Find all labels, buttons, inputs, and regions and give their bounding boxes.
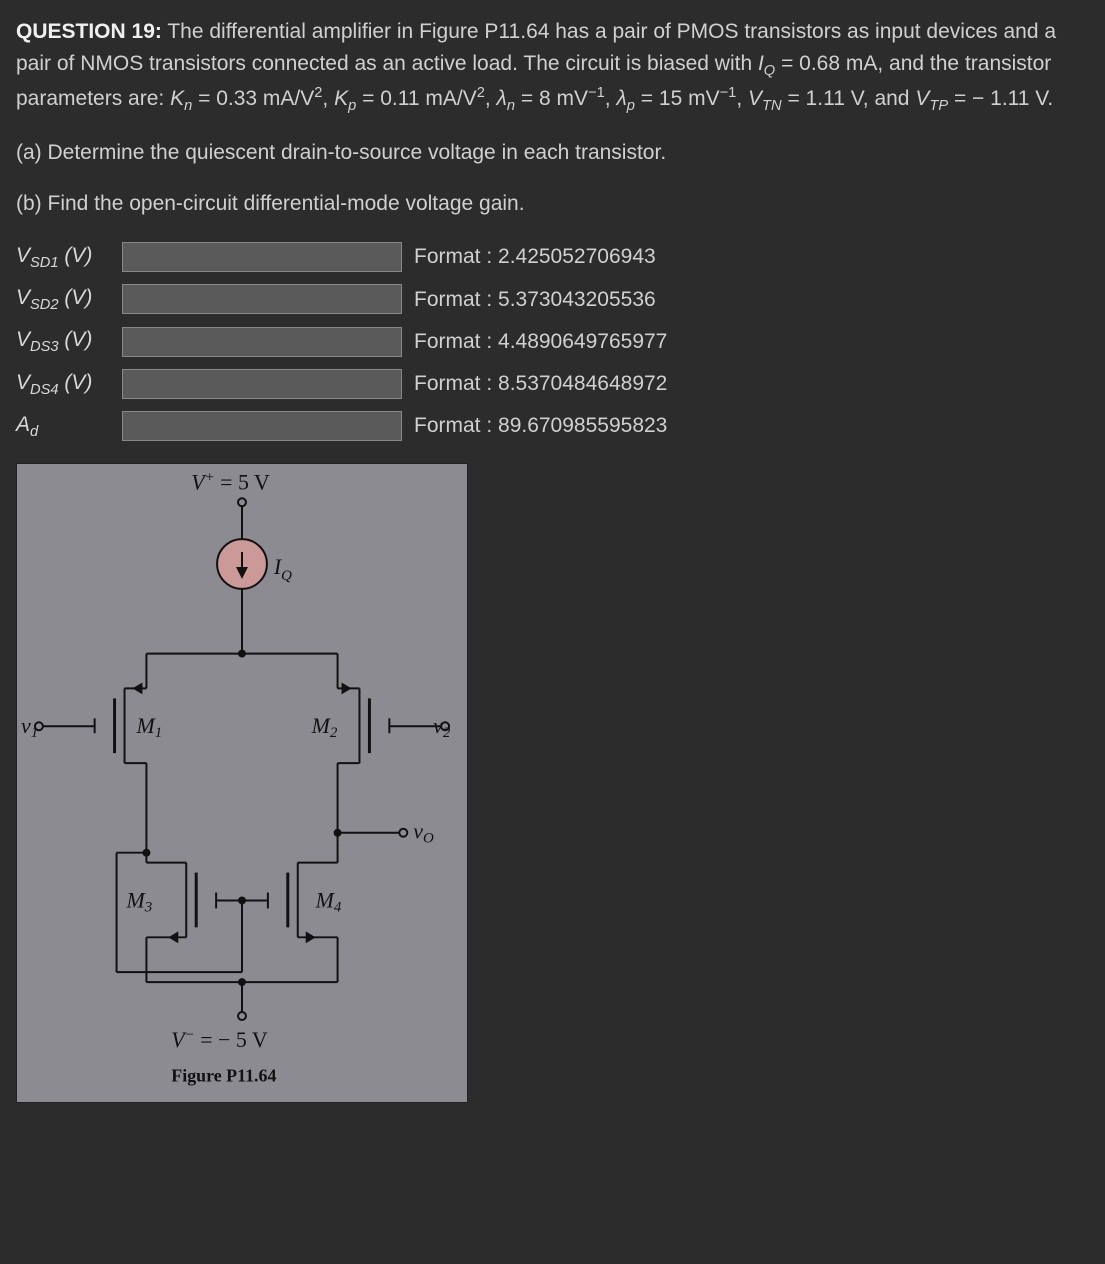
svg-text:v1: v1 <box>21 713 38 741</box>
svg-text:M3: M3 <box>126 888 153 916</box>
answer-label-vsd1: VSD1 (V) <box>16 240 116 274</box>
svg-text:Figure P11.64: Figure P11.64 <box>171 1066 276 1086</box>
answer-label-vsd2: VSD2 (V) <box>16 282 116 316</box>
svg-text:M1: M1 <box>135 713 162 741</box>
svg-text:V− = − 5 V: V− = − 5 V <box>171 1027 268 1052</box>
answer-grid: VSD1 (V) Format : 2.425052706943 VSD2 (V… <box>16 240 1089 443</box>
answer-input-vsd1[interactable] <box>122 242 402 272</box>
answer-format-ad: Format : 89.670985595823 <box>410 410 1089 442</box>
answer-format-vds4: Format : 8.5370484648972 <box>410 368 1089 400</box>
svg-text:vO: vO <box>413 819 434 847</box>
part-a-text: (a) Determine the quiescent drain-to-sou… <box>16 137 1089 169</box>
svg-text:IQ: IQ <box>273 554 292 584</box>
answer-input-vsd2[interactable] <box>122 284 402 314</box>
question-number: QUESTION 19: <box>16 20 162 43</box>
part-b-text: (b) Find the open-circuit differential-m… <box>16 188 1089 220</box>
answer-format-vds3: Format : 4.4890649765977 <box>410 326 1089 358</box>
answer-label-vds4: VDS4 (V) <box>16 367 116 401</box>
answer-label-ad: Ad <box>16 409 116 443</box>
svg-text:M2: M2 <box>311 713 338 741</box>
answer-input-vds4[interactable] <box>122 369 402 399</box>
svg-text:M4: M4 <box>315 888 342 916</box>
answer-format-vsd1: Format : 2.425052706943 <box>410 241 1089 273</box>
circuit-diagram: V+ = 5 V IQ v1 M1 v2 M2 vO <box>17 464 467 1102</box>
answer-format-vsd2: Format : 5.373043205536 <box>410 284 1089 316</box>
svg-text:V+ = 5 V: V+ = 5 V <box>191 469 270 494</box>
figure-p11-64: V+ = 5 V IQ v1 M1 v2 M2 vO <box>16 463 468 1103</box>
answer-input-vds3[interactable] <box>122 327 402 357</box>
answer-label-vds3: VDS3 (V) <box>16 324 116 358</box>
question-text: QUESTION 19: The differential amplifier … <box>16 16 1089 117</box>
svg-text:v2: v2 <box>433 713 451 741</box>
answer-input-ad[interactable] <box>122 411 402 441</box>
